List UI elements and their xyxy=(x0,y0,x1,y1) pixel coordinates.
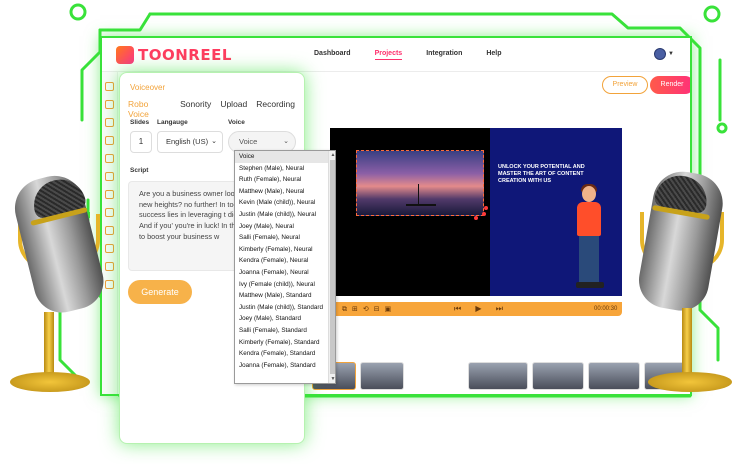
voice-option[interactable]: Voice xyxy=(235,151,328,163)
voice-option[interactable]: Justin (Male (child)), Standard xyxy=(235,302,328,314)
sidebar-tool-icon[interactable] xyxy=(105,190,114,199)
voice-option[interactable]: Kevin (Male (child)), Neural xyxy=(235,197,328,209)
mic-base xyxy=(648,372,732,392)
playback-controls[interactable]: ⏮ ▶ ⏭ xyxy=(454,304,509,314)
scroll-up-icon[interactable]: ▲ xyxy=(329,152,335,158)
voice-option[interactable]: Kendra (Female), Neural xyxy=(235,255,328,267)
character-head xyxy=(582,186,596,202)
nav-integration[interactable]: Integration xyxy=(426,50,462,60)
language-value: English (US) xyxy=(166,137,209,146)
sidebar-tool-icon[interactable] xyxy=(105,118,114,127)
voice-options: Voice Stephen (Male), Neural Ruth (Female)… xyxy=(235,151,328,371)
voice-option[interactable]: Joey (Male), Standard xyxy=(235,313,328,325)
mic-base xyxy=(10,372,90,392)
tab-robo-voice[interactable]: Robo Voice xyxy=(128,99,171,119)
user-avatar[interactable] xyxy=(654,48,666,60)
generate-button[interactable]: Generate xyxy=(128,280,192,304)
character-legs xyxy=(579,236,599,282)
boat-silhouette xyxy=(406,184,436,206)
voice-option[interactable]: Kimberly (Female), Neural xyxy=(235,244,328,256)
promo-stage: TOONREEL Dashboard Projects Integration … xyxy=(0,0,744,464)
voice-option[interactable]: Justin (Male (child)), Neural xyxy=(235,209,328,221)
voice-value: Voice xyxy=(239,137,258,146)
nav-dashboard[interactable]: Dashboard xyxy=(314,50,351,60)
tab-upload[interactable]: Upload xyxy=(220,99,247,119)
slides-label: Slides xyxy=(130,119,150,126)
mic-stem xyxy=(44,312,54,374)
character-body xyxy=(577,202,601,236)
voice-option[interactable]: Kendra (Female), Standard xyxy=(235,348,328,360)
voiceover-tabs: Robo Voice Sonority Upload Recording xyxy=(128,99,304,119)
panel-title: Voiceover xyxy=(130,83,166,92)
sidebar-tool-icon[interactable] xyxy=(105,226,114,235)
logo-mark-icon xyxy=(116,46,134,64)
script-label: Script xyxy=(130,167,149,174)
sidebar-tool-icon[interactable] xyxy=(105,262,114,271)
slide-photo[interactable] xyxy=(356,150,484,216)
nav-projects[interactable]: Projects xyxy=(374,50,403,60)
edit-tools-icons[interactable]: ⧉⊞⟲⊟▣ xyxy=(342,305,396,314)
slide-heading[interactable]: UNLOCK YOUR POTENTIAL AND MASTER THE ART… xyxy=(498,164,608,185)
voice-option[interactable]: Ruth (Female), Neural xyxy=(235,174,328,186)
brand-name: TOONREEL xyxy=(138,46,232,64)
voice-option[interactable]: Kimberly (Female), Standard xyxy=(235,337,328,349)
sidebar-tool-icon[interactable] xyxy=(105,100,114,109)
tool-sidebar xyxy=(102,72,118,394)
dropdown-scrollbar[interactable]: ▲ ▼ xyxy=(328,151,335,383)
chevron-down-icon: ⌄ xyxy=(211,138,217,145)
voice-option[interactable]: Matthew (Male), Standard xyxy=(235,290,328,302)
preview-button[interactable]: Preview xyxy=(602,76,648,94)
sidebar-tool-icon[interactable] xyxy=(105,280,114,289)
chevron-down-icon[interactable]: ▼ xyxy=(668,51,674,57)
sidebar-tool-icon[interactable] xyxy=(105,208,114,217)
voice-option[interactable]: Salli (Female), Neural xyxy=(235,232,328,244)
voice-option[interactable]: Matthew (Male), Neural xyxy=(235,186,328,198)
scroll-down-icon[interactable]: ▼ xyxy=(329,376,335,382)
slides-input[interactable]: 1 xyxy=(130,131,152,153)
voice-option[interactable]: Ivy (Female (child)), Neural xyxy=(235,279,328,291)
brand-logo[interactable]: TOONREEL xyxy=(116,45,232,65)
scrollbar-thumb[interactable] xyxy=(330,160,335,374)
nav-links: Dashboard Projects Integration Help xyxy=(314,50,502,60)
top-nav: TOONREEL Dashboard Projects Integration … xyxy=(102,38,690,72)
tab-sonority[interactable]: Sonority xyxy=(180,99,211,119)
sidebar-tool-icon[interactable] xyxy=(105,172,114,181)
voice-option[interactable]: Joey (Male), Neural xyxy=(235,221,328,233)
voice-label: Voice xyxy=(228,119,245,126)
mic-stem xyxy=(682,308,692,374)
nav-help[interactable]: Help xyxy=(486,50,501,60)
sidebar-tool-icon[interactable] xyxy=(105,136,114,145)
voice-option[interactable]: Joanna (Female), Standard xyxy=(235,360,328,372)
voice-option[interactable]: Joanna (Female), Neural xyxy=(235,267,328,279)
tab-recording[interactable]: Recording xyxy=(256,99,295,119)
language-select[interactable]: English (US) ⌄ xyxy=(157,131,223,153)
filmstrip-thumbnail[interactable] xyxy=(588,362,640,390)
character-shoes xyxy=(576,282,604,288)
voice-dropdown-list[interactable]: Voice Stephen (Male), Neural Ruth (Female)… xyxy=(234,150,336,384)
resize-handle[interactable] xyxy=(482,212,486,216)
resize-handle[interactable] xyxy=(484,206,488,210)
resize-handle[interactable] xyxy=(474,216,478,220)
filmstrip-thumbnail[interactable] xyxy=(532,362,584,390)
filmstrip-thumbnail[interactable] xyxy=(360,362,404,390)
sidebar-tool-icon[interactable] xyxy=(105,244,114,253)
voice-option[interactable]: Salli (Female), Standard xyxy=(235,325,328,337)
cartoon-character[interactable] xyxy=(570,184,610,290)
voice-option[interactable]: Stephen (Male), Neural xyxy=(235,163,328,175)
sidebar-tool-icon[interactable] xyxy=(105,154,114,163)
filmstrip-thumbnail[interactable] xyxy=(468,362,528,390)
chevron-down-icon: ⌄ xyxy=(283,138,289,145)
language-label: Langauge xyxy=(157,119,188,126)
playback-time: 00:00:30 xyxy=(594,306,618,312)
render-button[interactable]: Render xyxy=(650,76,690,94)
sidebar-tool-icon[interactable] xyxy=(105,82,114,91)
